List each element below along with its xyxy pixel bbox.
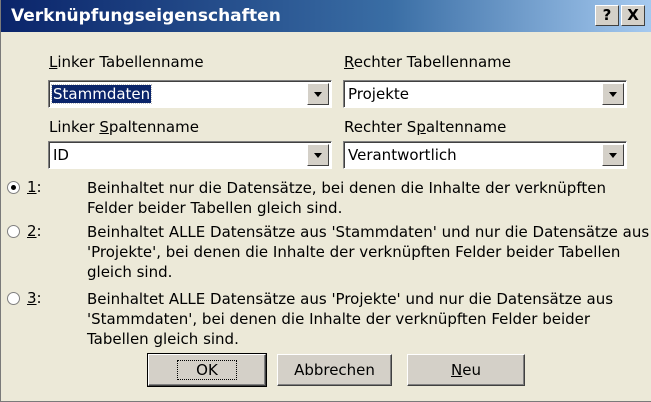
ok-button-label: OK — [177, 360, 237, 380]
mnemonic: 3 — [27, 289, 37, 307]
option-line: Felder beider Tabellen gleich sind. — [87, 199, 343, 217]
right-column-label: Rechter Spaltenname — [344, 118, 506, 136]
dialog-title: Verknüpfungseigenschaften — [11, 6, 281, 26]
close-button[interactable]: X — [621, 5, 645, 26]
right-table-value: Projekte — [348, 85, 409, 103]
button-label: eu — [462, 361, 481, 379]
join-option-2-number: 2: — [27, 222, 42, 240]
left-table-combo[interactable]: Stammdaten — [48, 80, 332, 108]
join-option-3-text[interactable]: Beinhaltet ALLE Datensätze aus 'Projekte… — [87, 289, 613, 349]
left-column-combo[interactable]: ID — [48, 141, 332, 169]
right-column-value: Verantwortlich — [348, 146, 457, 164]
help-button[interactable]: ? — [595, 5, 619, 26]
join-option-2-radio[interactable] — [7, 225, 20, 238]
label-text: altenname — [425, 118, 507, 136]
join-option-3-number: 3: — [27, 289, 42, 307]
new-button[interactable]: Neu — [407, 354, 525, 386]
mnemonic: 1 — [27, 178, 37, 196]
join-option-3-radio[interactable] — [7, 292, 20, 305]
label-text: inker Tabellenname — [57, 53, 204, 71]
option-line: Beinhaltet ALLE Datensätze aus 'Stammdat… — [87, 223, 650, 241]
chevron-down-icon[interactable] — [602, 83, 624, 105]
label-text: paltenname — [108, 118, 199, 136]
title-bar[interactable]: Verknüpfungseigenschaften ? X — [1, 0, 651, 32]
right-table-label: Rechter Tabellenname — [344, 53, 511, 71]
mnemonic: S — [99, 118, 109, 136]
join-properties-dialog: Verknüpfungseigenschaften ? X Linker Tab… — [0, 0, 651, 402]
mnemonic: 2 — [27, 222, 37, 240]
label-text: echter Tabellenname — [353, 53, 512, 71]
option-line: 'Projekte', bei denen die Inhalte der ve… — [87, 243, 621, 261]
option-line: gleich sind. — [87, 263, 173, 281]
mnemonic: p — [416, 118, 426, 136]
option-line: Beinhaltet ALLE Datensätze aus 'Projekte… — [87, 290, 614, 308]
chevron-down-icon[interactable] — [602, 144, 624, 166]
left-table-label: Linker Tabellenname — [49, 53, 204, 71]
join-option-1-number: 1: — [27, 178, 42, 196]
right-table-combo[interactable]: Projekte — [343, 80, 627, 108]
mnemonic: N — [451, 361, 463, 379]
join-option-1-text[interactable]: Beinhaltet nur die Datensätze, bei denen… — [87, 178, 606, 218]
label-text: Linker — [49, 118, 100, 136]
join-option-2-text[interactable]: Beinhaltet ALLE Datensätze aus 'Stammdat… — [87, 222, 649, 282]
option-line: Tabellen gleich sind. — [87, 330, 239, 348]
left-table-value: Stammdaten — [50, 84, 153, 104]
right-column-combo[interactable]: Verantwortlich — [343, 141, 627, 169]
mnemonic: R — [344, 53, 354, 71]
chevron-down-icon[interactable] — [307, 83, 329, 105]
chevron-down-icon[interactable] — [307, 144, 329, 166]
option-line: Beinhaltet nur die Datensätze, bei denen… — [87, 179, 606, 197]
ok-button[interactable]: OK — [147, 353, 267, 387]
option-line: 'Stammdaten', bei denen die Inhalte der … — [87, 310, 591, 328]
cancel-button[interactable]: Abbrechen — [277, 354, 392, 386]
left-column-label: Linker Spaltenname — [49, 118, 199, 136]
join-option-1-radio[interactable] — [7, 181, 20, 194]
left-column-value: ID — [53, 146, 69, 164]
label-text: Rechter S — [344, 118, 417, 136]
